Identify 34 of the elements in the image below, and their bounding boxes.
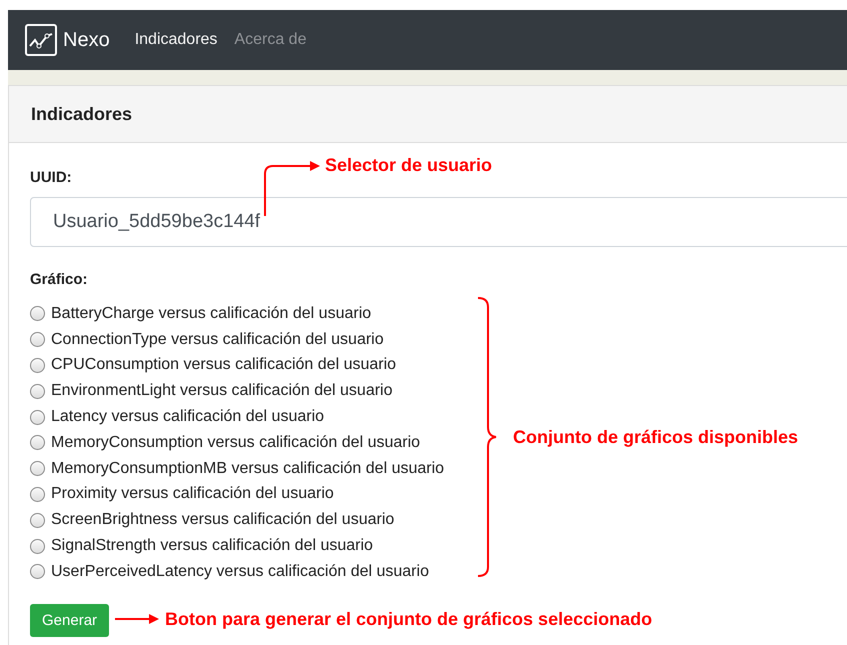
radio-option[interactable]: BatteryCharge versus calificación del usuario [30, 301, 444, 327]
radio-button[interactable] [30, 512, 45, 528]
radio-button[interactable] [30, 435, 45, 450]
radio-option[interactable]: Latency versus calificación del usuario [30, 404, 444, 430]
card-title: Indicadores [31, 104, 132, 124]
radio-option[interactable]: Proximity versus calificación del usuario [30, 482, 444, 508]
radio-option[interactable]: SignalStrength versus calificación del usuario [30, 533, 444, 559]
radio-button[interactable] [30, 306, 45, 322]
field-label: UUID: [30, 169, 72, 186]
radio-option[interactable]: MemoryConsumptionMB versus calificación del usuario [30, 456, 444, 482]
arrow [262, 160, 320, 216]
field-label: Gráfico: [30, 271, 88, 288]
radio-option[interactable]: EnvironmentLight versus calificación del usuario [30, 378, 444, 404]
radio-button[interactable] [30, 461, 45, 476]
radio-option[interactable]: CPUConsumption versus calificación del usuario [30, 352, 444, 378]
nav-link[interactable]: Indicadores [134, 31, 218, 49]
radio-button[interactable] [30, 358, 45, 373]
radio-button[interactable] [30, 486, 45, 502]
radio-button[interactable] [30, 564, 45, 580]
radio-button[interactable] [30, 332, 45, 348]
uuid-field[interactable]: Usuario_5dd59be3c144f [30, 197, 847, 247]
arrow [115, 614, 159, 624]
annotation-text: Boton para generar el conjunto de gráficos seleccionado [165, 609, 652, 630]
radio-button[interactable] [30, 384, 45, 399]
radio-option[interactable]: ConnectionType versus calificación del usuario [30, 326, 444, 353]
annotation-text: Conjunto de gráficos disponibles [513, 427, 798, 448]
radio-button[interactable] [30, 538, 45, 554]
radio-button[interactable] [30, 410, 45, 425]
nav-link[interactable]: Acerca de [234, 31, 306, 49]
radio-option[interactable]: MemoryConsumption versus calificación del usuario [30, 430, 444, 456]
annotation-text: Selector de usuario [325, 155, 492, 176]
brand-name[interactable]: Nexo [63, 28, 110, 52]
radio-option[interactable]: UserPerceivedLatency versus calificación del usuario [30, 558, 444, 585]
radio-option[interactable]: ScreenBrightness versus calificación del usuario [30, 507, 444, 534]
